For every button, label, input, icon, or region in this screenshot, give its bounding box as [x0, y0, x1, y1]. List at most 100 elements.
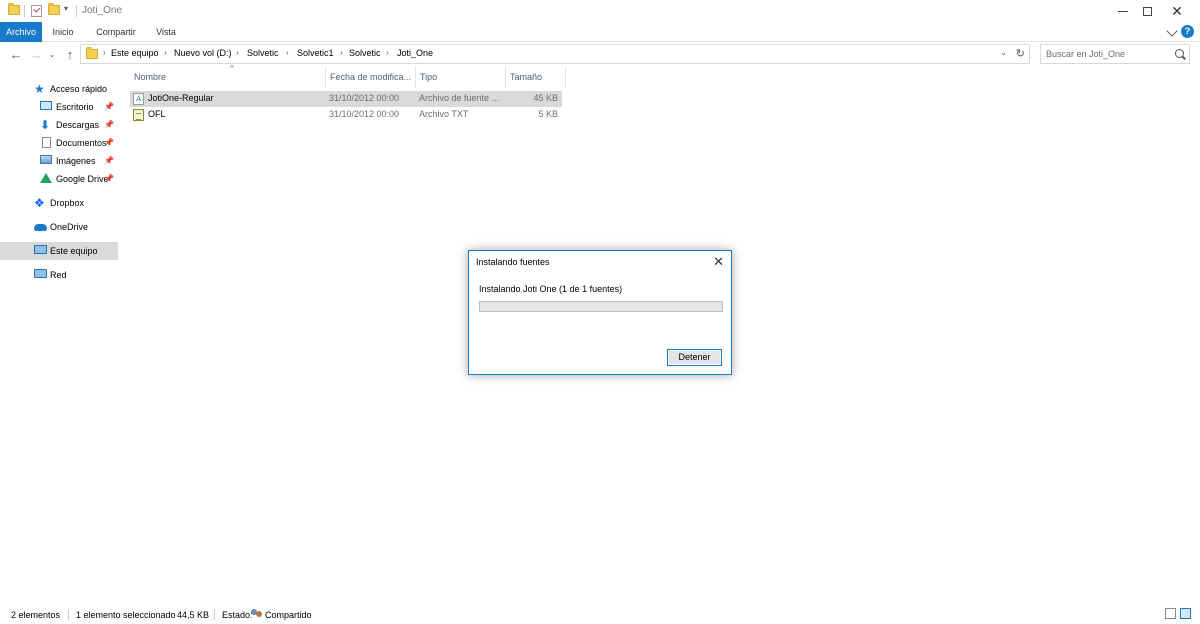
breadcrumb-separator-icon[interactable]: › [386, 48, 389, 57]
documents-icon [42, 137, 51, 148]
folder-icon [8, 3, 20, 16]
close-icon[interactable]: ✕ [713, 254, 724, 270]
nav-item-label: Dropbox [50, 198, 85, 208]
breadcrumb-nuevo-vol[interactable]: Nuevo vol (D:) [174, 48, 232, 58]
column-header-name[interactable]: Nombre [130, 66, 326, 88]
nav-item-label: Imágenes [56, 156, 96, 166]
close-icon: ✕ [1171, 3, 1183, 19]
selection-size: 44,5 KB [177, 610, 210, 620]
file-name: OFL [148, 109, 166, 119]
nav-item-escritorio[interactable]: Escritorio 📌 [0, 98, 118, 116]
dialog-status-text: Instalando Joti One (1 de 1 fuentes) [479, 284, 623, 294]
star-icon: ★ [34, 82, 45, 96]
tab-inicio[interactable]: Inicio [46, 22, 80, 42]
file-size: 45 KB [533, 93, 558, 103]
navigation-pane: ★ Acceso rápido Escritorio 📌 ⬇ Descargas… [0, 66, 122, 604]
file-date: 31/10/2012 00:00 [329, 109, 400, 119]
recent-locations-button[interactable]: ⌄ [44, 45, 60, 63]
table-row[interactable]: A JotiOne-Regular 31/10/2012 00:00 Archi… [130, 91, 562, 107]
desktop-icon [40, 101, 52, 110]
state-value: Compartido [265, 610, 312, 620]
large-icons-view-icon[interactable] [1180, 608, 1191, 619]
item-count: 2 elementos [11, 610, 61, 620]
stop-button[interactable]: Detener [667, 349, 722, 366]
file-date: 31/10/2012 00:00 [329, 93, 400, 103]
breadcrumb-separator-icon[interactable]: › [340, 48, 343, 57]
nav-item-documentos[interactable]: Documentos 📌 [0, 134, 118, 152]
customize-toolbar-icon[interactable]: ▾ [64, 4, 76, 15]
divider [76, 5, 77, 17]
breadcrumb-solvetic-2[interactable]: Solvetic [349, 48, 381, 58]
refresh-icon[interactable]: ↻ [1016, 47, 1025, 60]
pin-icon: 📌 [104, 174, 114, 183]
ribbon: Archivo Inicio Compartir Vista ? [0, 22, 1200, 42]
download-icon: ⬇ [40, 118, 51, 132]
chevron-down-icon[interactable]: ⌄ [1000, 48, 1007, 57]
status-bar: 2 elementos 1 elemento seleccionado 44,5… [0, 604, 1200, 624]
pictures-icon [40, 155, 52, 164]
search-box[interactable]: Buscar en Joti_One [1040, 44, 1190, 64]
nav-item-imagenes[interactable]: Imágenes 📌 [0, 152, 118, 170]
tab-compartir[interactable]: Compartir [88, 22, 144, 42]
nav-item-onedrive[interactable]: OneDrive [0, 218, 118, 236]
breadcrumb-este-equipo[interactable]: Este equipo [111, 48, 159, 58]
expand-ribbon-icon[interactable] [1166, 25, 1178, 37]
tab-vista[interactable]: Vista [148, 22, 184, 42]
divider [24, 5, 25, 17]
column-headers: ^ Nombre Fecha de modifica... Tipo Tamañ… [130, 64, 690, 88]
nav-item-label: OneDrive [50, 222, 89, 232]
breadcrumb-separator-icon[interactable]: › [103, 48, 106, 57]
new-folder-icon[interactable] [48, 3, 60, 16]
breadcrumb-solvetic[interactable]: Solvetic [247, 48, 279, 58]
help-icon[interactable]: ? [1181, 25, 1194, 38]
breadcrumb-separator-icon[interactable]: › [164, 48, 167, 57]
nav-item-label: Escritorio [56, 102, 94, 112]
forward-button[interactable]: → [28, 45, 44, 63]
shared-users-icon [251, 609, 263, 620]
tab-archivo[interactable]: Archivo [0, 22, 42, 42]
pin-icon: 📌 [104, 138, 114, 147]
column-header-size[interactable]: Tamaño [506, 66, 566, 88]
nav-item-label: Documentos [56, 138, 107, 148]
table-row[interactable]: OFL 31/10/2012 00:00 Archivo TXT 5 KB [130, 107, 562, 123]
close-button[interactable]: ✕ [1154, 0, 1200, 22]
nav-item-acceso-rapido[interactable]: ★ Acceso rápido [0, 80, 118, 98]
arrow-up-icon: ↑ [66, 46, 74, 62]
breadcrumb-separator-icon[interactable]: › [236, 48, 239, 57]
details-view-icon[interactable] [1165, 608, 1176, 619]
nav-item-red[interactable]: Red [0, 266, 118, 284]
selection-count: 1 elemento seleccionado [76, 610, 176, 620]
divider [68, 609, 69, 620]
install-fonts-dialog: Instalando fuentes ✕ Instalando Joti One… [468, 250, 732, 375]
breadcrumb-solvetic1[interactable]: Solvetic1 [297, 48, 334, 58]
breadcrumb-separator-icon[interactable]: › [286, 48, 289, 57]
nav-item-label: Google Drive [56, 174, 109, 184]
address-bar[interactable]: › Este equipo › Nuevo vol (D:) › Solveti… [80, 44, 1030, 64]
this-pc-icon [34, 245, 47, 254]
folder-icon [86, 47, 98, 59]
file-type: Archivo de fuente ... [419, 93, 500, 103]
nav-item-este-equipo[interactable]: Este equipo [0, 242, 118, 260]
back-button[interactable]: ← [8, 45, 24, 63]
pin-icon: 📌 [104, 102, 114, 111]
divider [214, 609, 215, 620]
nav-item-google-drive[interactable]: Google Drive 📌 [0, 170, 118, 188]
pin-icon: 📌 [104, 156, 114, 165]
search-input[interactable]: Buscar en Joti_One [1046, 49, 1125, 59]
file-size: 5 KB [538, 109, 558, 119]
column-header-type[interactable]: Tipo [416, 66, 506, 88]
chevron-down-icon: ⌄ [48, 49, 56, 59]
search-icon [1175, 49, 1184, 58]
nav-item-label: Acceso rápido [50, 84, 108, 94]
nav-item-dropbox[interactable]: ❖ Dropbox [0, 194, 118, 212]
dropbox-icon: ❖ [34, 196, 45, 210]
breadcrumb-joti-one[interactable]: Joti_One [397, 48, 433, 58]
maximize-icon [1142, 6, 1152, 16]
nav-item-descargas[interactable]: ⬇ Descargas 📌 [0, 116, 118, 134]
title-bar: ▾ Joti_One ✕ [0, 0, 1200, 22]
dialog-title: Instalando fuentes [476, 257, 550, 267]
pin-icon: 📌 [104, 120, 114, 129]
properties-icon[interactable] [31, 5, 43, 17]
up-button[interactable]: ↑ [62, 45, 78, 63]
column-header-date[interactable]: Fecha de modifica... [326, 66, 416, 88]
